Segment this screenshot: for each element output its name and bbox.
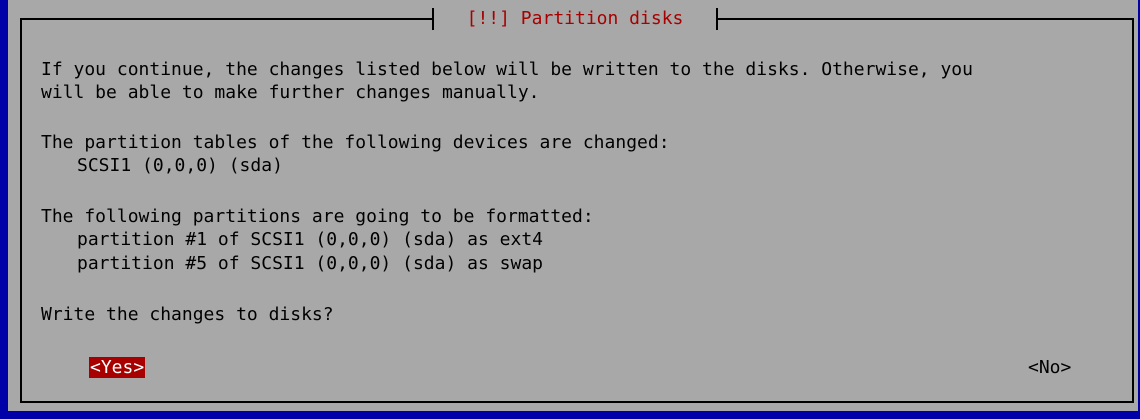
formatted-partition-item: partition #5 of SCSI1 (0,0,0) (sda) as s… [77,253,543,274]
message-line-2: will be able to make further changes man… [41,82,540,103]
write-changes-question: Write the changes to disks? [41,304,334,325]
frame-top-left-line [20,18,433,20]
changed-device-item: SCSI1 (0,0,0) (sda) [77,155,283,176]
partition-tables-heading: The partition tables of the following de… [41,132,670,153]
no-button[interactable]: <No> [1027,357,1072,378]
formatted-partition-item: partition #1 of SCSI1 (0,0,0) (sda) as e… [77,229,543,250]
dialog-title: [!!] Partition disks [466,8,684,29]
partition-disks-dialog: [!!] Partition disks If you continue, th… [0,0,1138,411]
message-line-1: If you continue, the changes listed belo… [41,59,973,80]
yes-button[interactable]: <Yes> [89,357,146,378]
formatted-partitions-heading: The following partitions are going to be… [41,206,594,227]
frame-top-right-line [717,18,1134,20]
